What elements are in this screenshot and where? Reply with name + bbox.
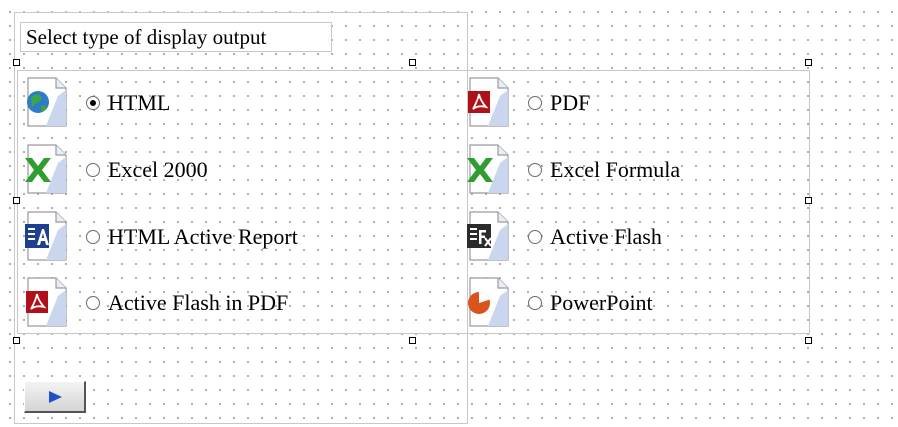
active-flash-in-pdf-radio[interactable]: [86, 296, 100, 310]
run-button[interactable]: [24, 381, 86, 413]
excel-2000-radio[interactable]: [86, 163, 100, 177]
pdf-document-icon: [468, 77, 509, 127]
resize-handle-top-right[interactable]: [805, 59, 812, 66]
powerpoint-document-icon: [468, 277, 509, 327]
globe-document-icon: [27, 77, 67, 127]
resize-handle-bottom-right[interactable]: [805, 337, 812, 344]
active-report-document-icon: [25, 211, 67, 261]
option-label: Active Flash in PDF: [108, 290, 289, 315]
excel-formula-document-icon: [467, 144, 509, 194]
html-active-report-radio[interactable]: [86, 230, 100, 244]
option-label: HTML Active Report: [108, 224, 298, 249]
option-label: HTML: [108, 90, 171, 115]
designer-canvas: Select type of display output HTML PDF E…: [0, 0, 898, 427]
resize-handle-top-middle[interactable]: [409, 59, 416, 66]
option-label: Excel Formula: [550, 157, 681, 182]
resize-handle-middle-right[interactable]: [805, 197, 812, 204]
active-flash-document-icon: [467, 211, 509, 261]
resize-handle-bottom-left[interactable]: [13, 337, 20, 344]
excel-formula-radio[interactable]: [528, 163, 542, 177]
pdf-document-icon: [26, 277, 67, 327]
resize-handle-top-left[interactable]: [13, 59, 20, 66]
excel-document-icon: [25, 144, 67, 194]
resize-handle-bottom-middle[interactable]: [409, 337, 416, 344]
option-label: PDF: [550, 90, 591, 115]
powerpoint-radio[interactable]: [528, 296, 542, 310]
active-flash-radio[interactable]: [528, 230, 542, 244]
option-label: PowerPoint: [550, 290, 653, 315]
resize-handle-middle-left[interactable]: [13, 197, 20, 204]
html-radio[interactable]: [86, 96, 100, 110]
option-label: Excel 2000: [108, 157, 208, 182]
pdf-radio[interactable]: [528, 96, 542, 110]
option-label: Active Flash: [550, 224, 662, 249]
play-arrow-icon: [49, 391, 62, 403]
panel-title: Select type of display output: [20, 22, 332, 52]
